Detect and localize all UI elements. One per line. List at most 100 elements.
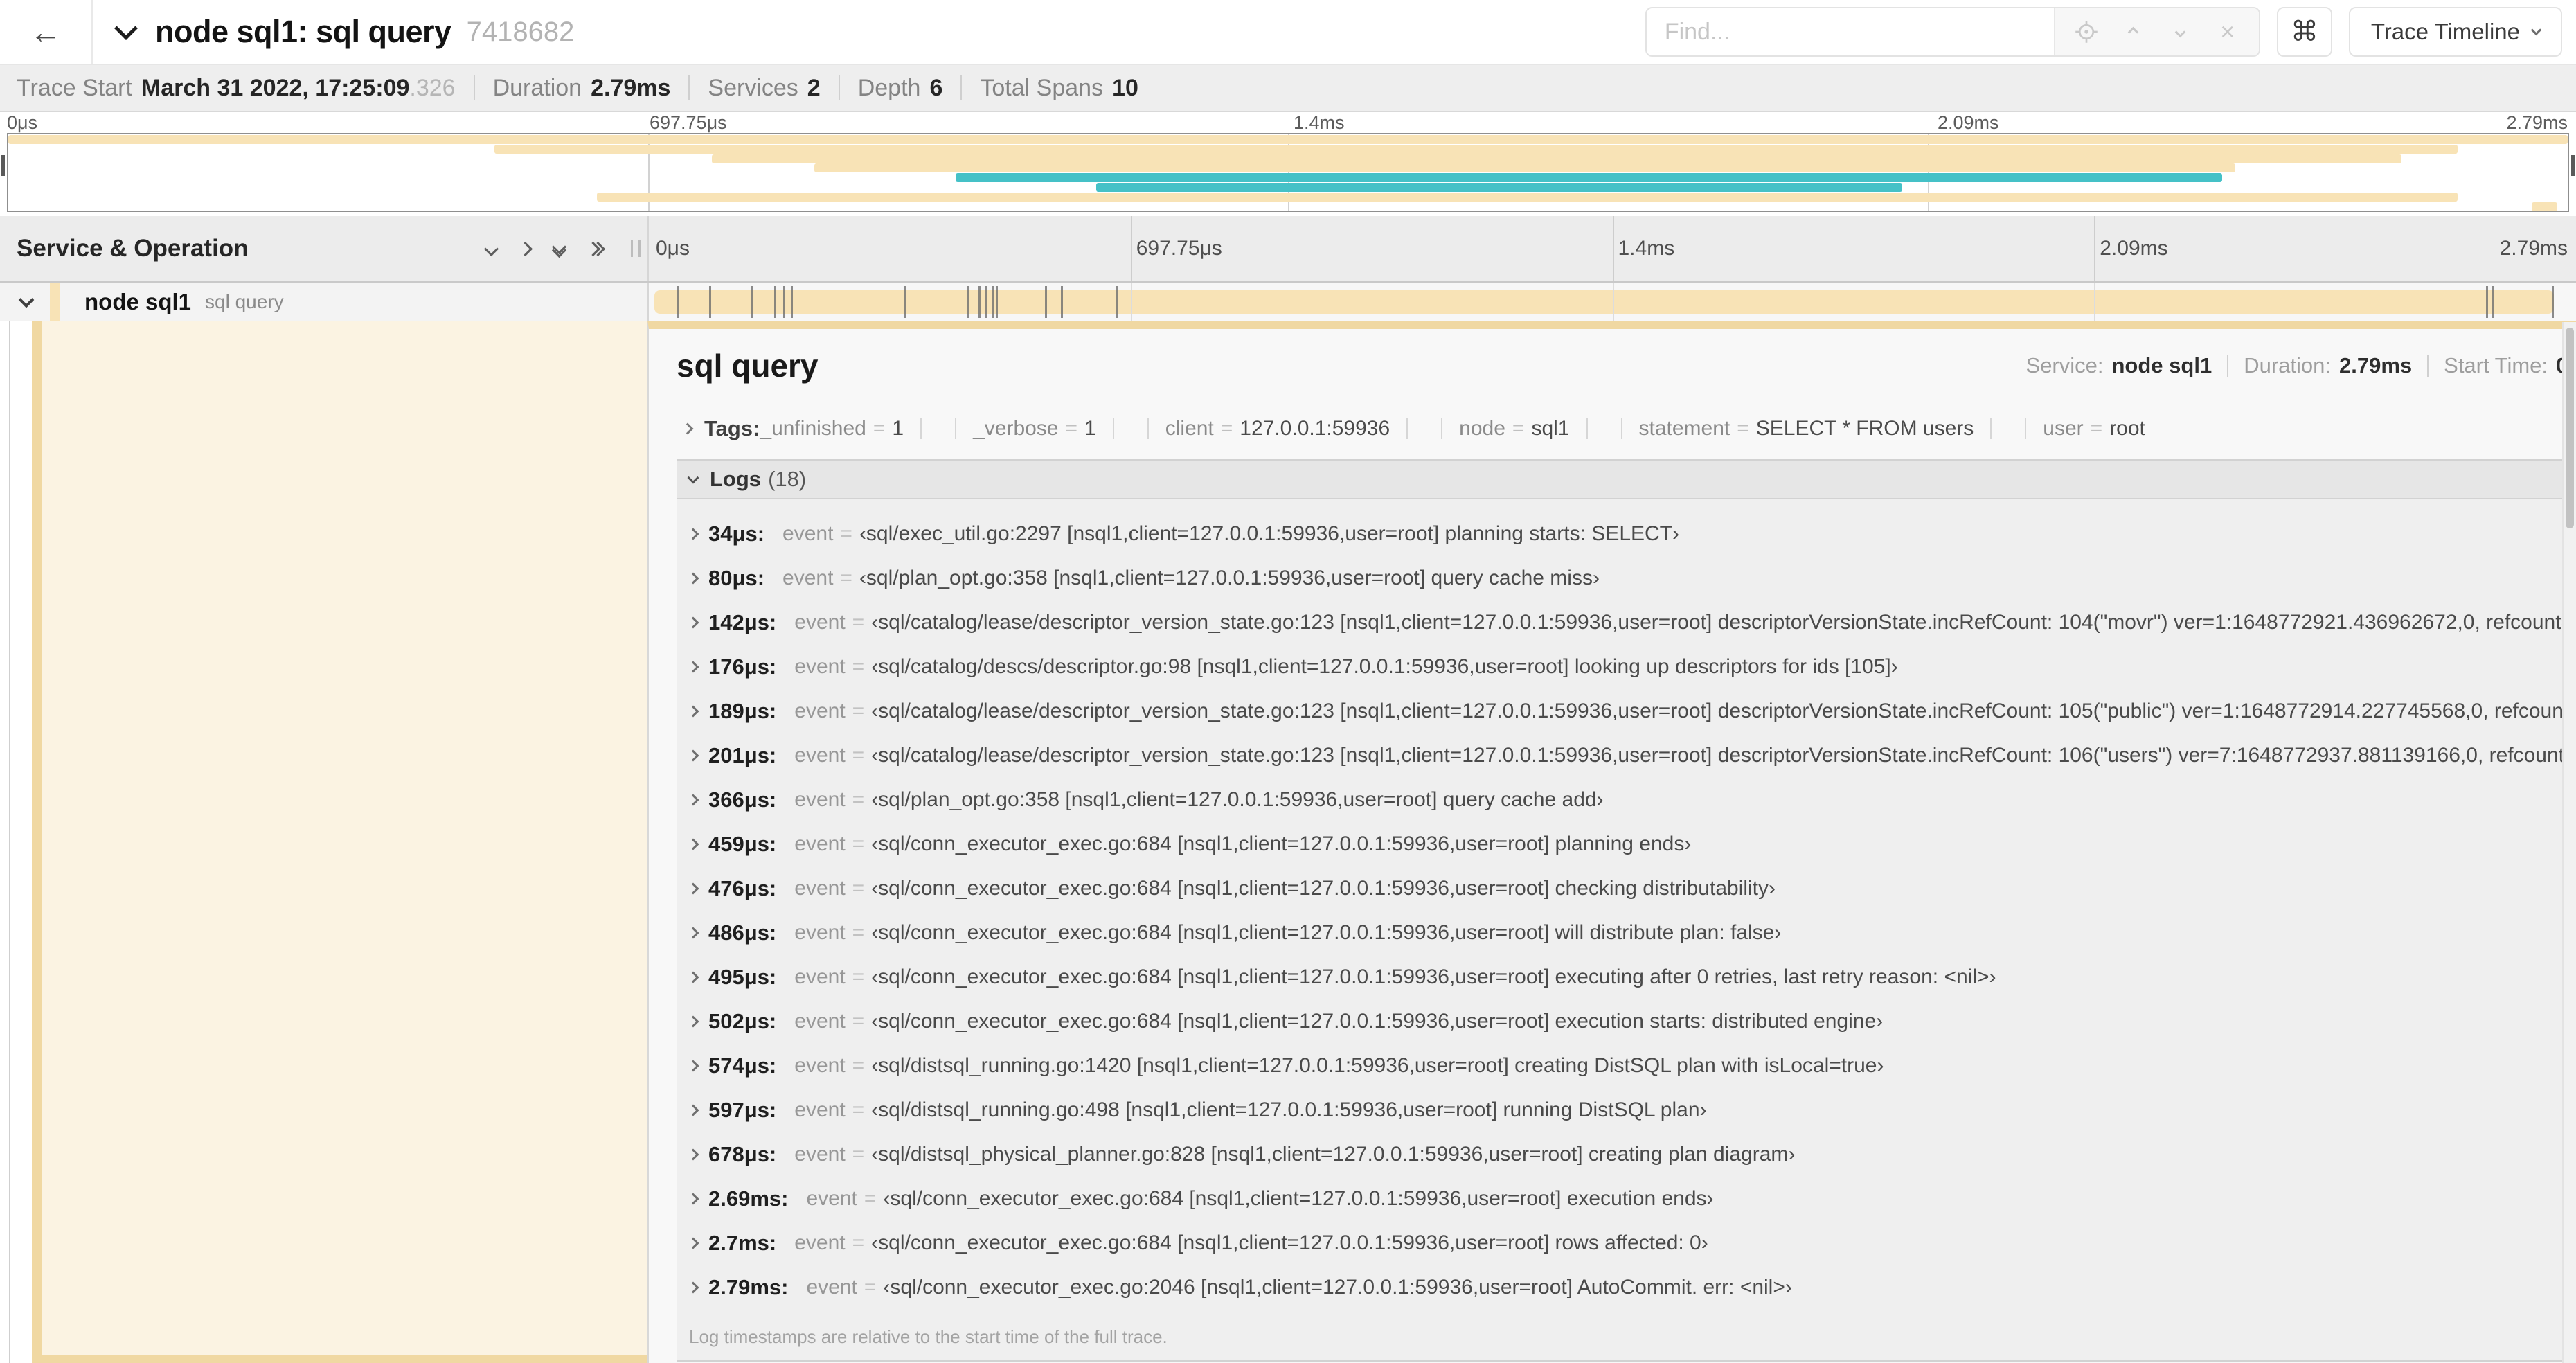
divider <box>1586 418 1588 439</box>
log-entry-row[interactable]: 678μs: event = ‹sql/distsql_physical_planne… <box>687 1132 2576 1177</box>
scrollbar-thumb[interactable] <box>2566 328 2574 528</box>
column-resizer-grip[interactable] <box>631 240 641 257</box>
log-entry-row[interactable]: 597μs: event = ‹sql/distsql_running.go:498 … <box>687 1088 2576 1132</box>
minimap-right-scrub-handle[interactable] <box>2571 155 2575 176</box>
log-field-key: event <box>794 788 846 811</box>
log-entry-row[interactable]: 189μs: event = ‹sql/catalog/lease/descripto… <box>687 689 2576 733</box>
timeline-minimap[interactable]: 0μs 697.75μs 1.4ms 2.09ms 2.79ms <box>0 112 2576 216</box>
trace-info-value: 6 <box>929 74 943 101</box>
minimap-span-bar <box>494 144 2458 154</box>
locate-span-icon[interactable] <box>2070 16 2102 48</box>
vertical-scrollbar[interactable] <box>2562 322 2576 1363</box>
tag-item: _unfinished = 1 <box>760 417 904 440</box>
log-field-value: ‹sql/catalog/lease/descriptor_version_st… <box>871 744 2576 767</box>
log-marker <box>978 285 981 318</box>
log-marker <box>774 285 777 318</box>
tags-accordion[interactable]: Tags: _unfinished = 1 _verbose = 1 client = 127.… <box>677 401 2576 454</box>
span-duration-bar[interactable] <box>654 289 2554 314</box>
log-marker <box>1061 285 1063 318</box>
log-timestamp: 2.69ms: <box>708 1186 789 1211</box>
log-entry-row[interactable]: 476μs: event = ‹sql/conn_executor_exec.go:6… <box>687 866 2576 911</box>
expand-one-icon[interactable] <box>517 241 533 256</box>
log-field-value: ‹sql/conn_executor_exec.go:684 [nsql1,cl… <box>883 1187 1714 1210</box>
log-field-value: ‹sql/conn_executor_exec.go:684 [nsql1,cl… <box>871 965 1996 988</box>
equals-sign: = <box>852 1098 865 1121</box>
log-entry-row[interactable]: 2.7ms: event = ‹sql/conn_executor_exec.go:6… <box>687 1221 2576 1265</box>
chevron-right-icon <box>687 1148 699 1161</box>
chevron-right-icon <box>687 971 699 983</box>
log-entry-row[interactable]: 495μs: event = ‹sql/conn_executor_exec.go:6… <box>687 955 2576 999</box>
log-entry-row[interactable]: 486μs: event = ‹sql/conn_executor_exec.go:6… <box>687 911 2576 955</box>
log-entry-row[interactable]: 366μs: event = ‹sql/plan_opt.go:358 [nsql1,… <box>687 778 2576 822</box>
trace-view-select[interactable]: Trace Timeline <box>2348 7 2562 57</box>
back-button[interactable]: ← <box>0 0 93 64</box>
log-entry-row[interactable]: 34μs: event = ‹sql/exec_util.go:2297 [nsql1… <box>687 512 2576 556</box>
log-entry-row[interactable]: 459μs: event = ‹sql/conn_executor_exec.go:6… <box>687 822 2576 866</box>
log-field-key: event <box>794 1010 846 1033</box>
tag-value: SELECT * FROM users <box>1755 417 1974 440</box>
command-icon: ⌘ <box>2290 16 2318 48</box>
equals-sign: = <box>1737 417 1749 440</box>
minimap-span-bar <box>597 192 2458 202</box>
log-marker <box>1116 285 1118 318</box>
chevron-right-icon <box>687 705 699 718</box>
log-field-key: event <box>794 700 846 722</box>
divider <box>473 75 475 100</box>
log-field-value: ‹sql/conn_executor_exec.go:684 [nsql1,cl… <box>871 877 1776 900</box>
tag-item: statement = SELECT * FROM users <box>1639 417 1974 440</box>
log-marker <box>2485 285 2488 318</box>
log-entry-row[interactable]: 176μs: event = ‹sql/catalog/descs/descripto… <box>687 645 2576 689</box>
collapse-one-icon[interactable] <box>483 241 499 256</box>
trace-info-label: Trace Start <box>17 74 132 101</box>
log-timestamp: 366μs: <box>708 787 777 812</box>
collapse-trace-chevron-icon[interactable] <box>114 17 138 40</box>
log-entry-row[interactable]: 574μs: event = ‹sql/distsql_running.go:1420… <box>687 1044 2576 1088</box>
collapse-span-chevron-icon[interactable] <box>18 292 35 308</box>
trace-id: 7418682 <box>466 16 575 47</box>
logs-accordion-header[interactable]: Logs (18) <box>677 459 2576 499</box>
detail-bottom-accent <box>32 1355 647 1363</box>
minimap-left-scrub-handle[interactable] <box>1 155 5 176</box>
equals-sign: = <box>1220 417 1233 440</box>
divider <box>1406 418 1408 439</box>
log-timestamp: 176μs: <box>708 654 777 679</box>
log-entry-row[interactable]: 2.79ms: event = ‹sql/conn_executor_exec.go:… <box>687 1265 2576 1310</box>
keyboard-shortcuts-button[interactable]: ⌘ <box>2276 7 2332 57</box>
log-timestamp: 678μs: <box>708 1142 777 1166</box>
prev-result-button[interactable] <box>2118 16 2149 48</box>
ruler-tick-label: 2.79ms <box>2499 237 2568 260</box>
next-result-button[interactable] <box>2165 16 2197 48</box>
clear-search-icon[interactable]: × <box>2212 16 2244 48</box>
log-timestamp: 597μs: <box>708 1098 777 1122</box>
equals-sign: = <box>864 1187 877 1210</box>
span-detail-panel: sql query Service: node sql1 Duration: 2.79… <box>647 321 2576 1363</box>
log-entry-row[interactable]: 502μs: event = ‹sql/conn_executor_exec.go:6… <box>687 999 2576 1044</box>
expand-all-icon[interactable] <box>585 241 606 256</box>
minimap-tick-label: 1.4ms <box>1294 112 1345 133</box>
minimap-span-bar <box>8 135 2568 144</box>
log-field-key: event <box>806 1276 857 1299</box>
span-row[interactable]: node sql1 sql query <box>0 283 2576 321</box>
log-entry-row[interactable]: 80μs: event = ‹sql/plan_opt.go:358 [nsql1,c… <box>687 556 2576 600</box>
log-entry-row[interactable]: 2.69ms: event = ‹sql/conn_executor_exec.go:… <box>687 1177 2576 1221</box>
collapse-all-icon[interactable] <box>551 239 567 258</box>
minimap-canvas[interactable] <box>7 133 2569 212</box>
trace-info-value: 2.79ms <box>591 74 671 101</box>
divider <box>960 75 963 100</box>
trace-info-item: Duration 2.79ms <box>493 75 671 102</box>
logs-title: Logs <box>710 467 762 491</box>
detail-left-column <box>0 321 647 1363</box>
log-field-value: ‹sql/catalog/lease/descriptor_version_st… <box>871 611 2576 634</box>
log-entry-row[interactable]: 142μs: event = ‹sql/catalog/lease/descripto… <box>687 600 2576 645</box>
log-entry-row[interactable]: 201μs: event = ‹sql/catalog/lease/descripto… <box>687 733 2576 778</box>
tag-key: client <box>1165 417 1214 440</box>
span-row-name-column[interactable]: node sql1 sql query <box>0 283 647 321</box>
log-field-key: event <box>794 611 846 634</box>
chevron-right-icon <box>687 749 699 762</box>
trace-timeline-page: ← node sql1: sql query 7418682 Find... ×… <box>0 0 2576 1363</box>
find-input[interactable] <box>1646 8 2054 55</box>
trace-info-value: 10 <box>1112 74 1138 101</box>
span-row-timeline[interactable] <box>647 283 2576 321</box>
top-controls: × ⌘ Trace Timeline <box>1645 7 2576 57</box>
trace-info-item: Total Spans 10 <box>980 75 1138 102</box>
